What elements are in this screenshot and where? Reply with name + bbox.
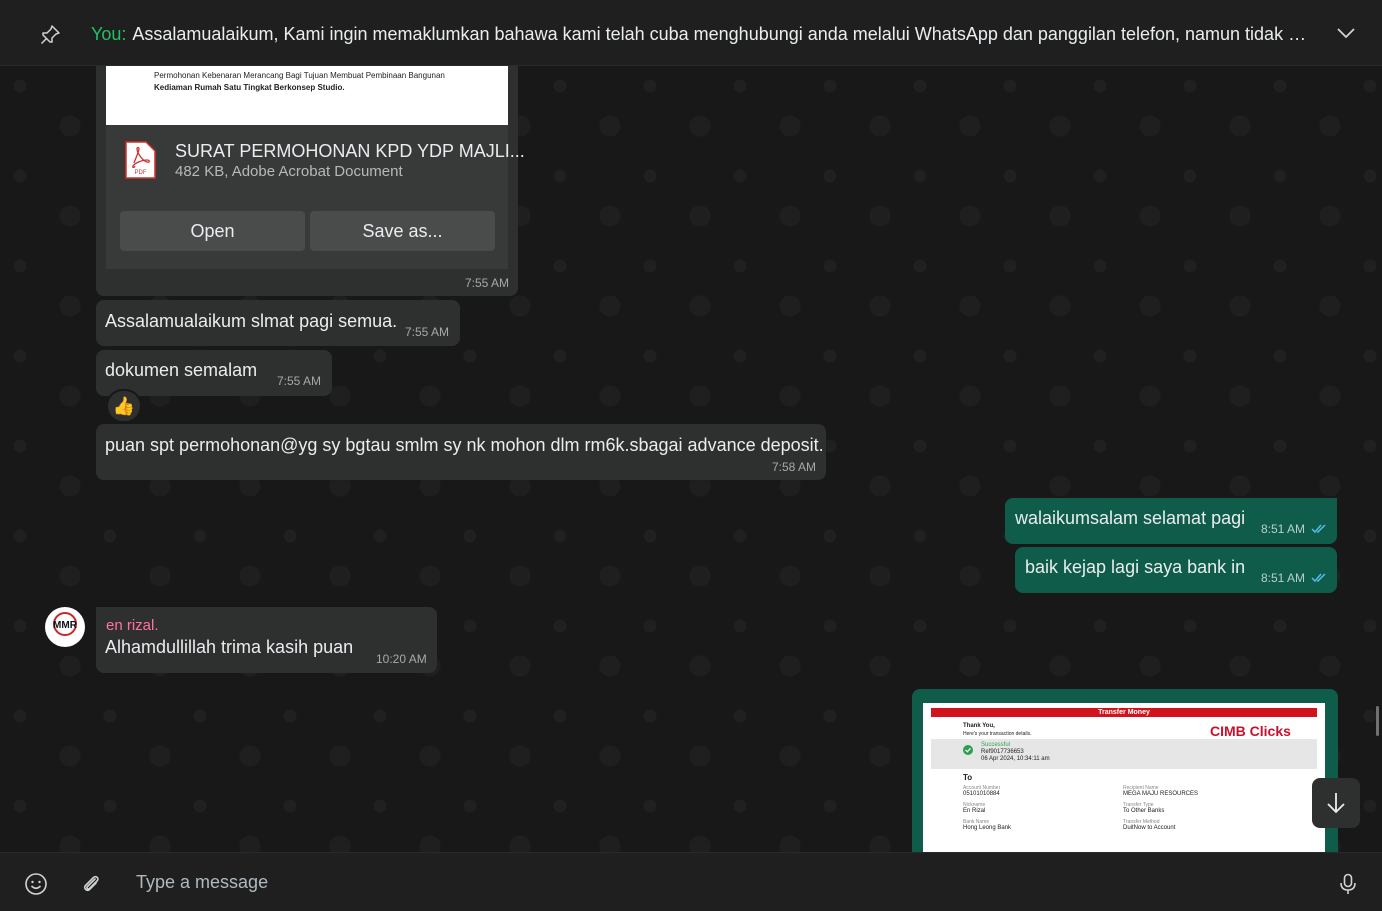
message-text: puan spt permohonan@yg sy bgtau smlm sy …: [105, 435, 824, 455]
pinned-sender-label: You:: [91, 24, 127, 44]
receipt-image[interactable]: Transfer Money Thank You, Here's your tr…: [923, 703, 1325, 852]
sender-name[interactable]: en rizal.: [106, 617, 159, 634]
document-preview-line: Permohonan Kebenaran Merancang Bagi Tuju…: [154, 71, 445, 80]
receipt-field-value: MEGA MAJU RESOURCES: [1123, 791, 1199, 797]
message-time-status: 8:51 AM: [1261, 522, 1327, 536]
outgoing-message[interactable]: baik kejap lagi saya bank in 8:51 AM: [1015, 547, 1337, 593]
message-time: 8:51 AM: [1261, 522, 1306, 536]
message-time: 7:55 AM: [277, 374, 322, 388]
outgoing-message[interactable]: walaikumsalam selamat pagi 8:51 AM: [1005, 498, 1337, 544]
chat-area[interactable]: Permohonan Kebenaran Merancang Bagi Tuju…: [0, 66, 1382, 852]
message-time-status: 8:51 AM: [1261, 571, 1327, 585]
save-as-button[interactable]: Save as...: [310, 211, 495, 251]
arrow-down-icon: [1327, 793, 1345, 814]
reaction-thumbs-up[interactable]: 👍: [106, 389, 142, 423]
receipt-field-value: DuitNow to Account: [1123, 825, 1176, 831]
message-text: Assalamualaikum slmat pagi semua.: [105, 311, 398, 331]
message-time: 7:55 AM: [405, 325, 450, 339]
pinned-message-bar[interactable]: You: Assalamualaikum, Kami ingin memaklum…: [0, 0, 1382, 66]
incoming-message[interactable]: puan spt permohonan@yg sy bgtau smlm sy …: [96, 424, 826, 480]
document-preview[interactable]: Permohonan Kebenaran Merancang Bagi Tuju…: [106, 66, 508, 125]
receipt-date: 06 Apr 2024, 10:34:11 am: [981, 756, 1050, 762]
cimb-clicks-logo: CIMB Clicks: [1210, 723, 1291, 739]
message-composer: Type a message: [0, 852, 1382, 911]
pin-icon[interactable]: [38, 23, 62, 47]
message-time: 10:20 AM: [376, 652, 427, 666]
document-message[interactable]: Permohonan Kebenaran Merancang Bagi Tuju…: [96, 66, 525, 296]
paperclip-icon[interactable]: [79, 872, 103, 896]
message-text: dokumen semalam: [105, 360, 258, 380]
avatar-text: MMR: [53, 620, 78, 631]
open-button[interactable]: Open: [120, 211, 305, 251]
image-message[interactable]: Transfer Money Thank You, Here's your tr…: [912, 689, 1338, 852]
document-actions: Open Save as...: [106, 195, 508, 269]
pdf-icon: PDF: [125, 141, 156, 179]
chevron-down-icon[interactable]: [1336, 26, 1356, 40]
check-circle-icon: [963, 745, 973, 755]
incoming-message[interactable]: dokumen semalam 7:55 AM: [96, 350, 332, 396]
document-meta: 482 KB, Adobe Acrobat Document: [175, 163, 403, 180]
receipt-status-band: Successful Ref9017736653 06 Apr 2024, 10…: [931, 739, 1317, 769]
message-text: baik kejap lagi saya bank in: [1025, 557, 1246, 577]
scrollbar[interactable]: [1376, 706, 1379, 736]
incoming-message[interactable]: en rizal. Alhamdullillah trima kasih pua…: [96, 607, 437, 673]
message-time: 8:51 AM: [1261, 571, 1306, 585]
receipt-thank-you: Thank You,: [963, 723, 995, 729]
incoming-message[interactable]: Assalamualaikum slmat pagi semua. 7:55 A…: [96, 300, 460, 346]
receipt-ref: Ref9017736653: [981, 749, 1024, 755]
receipt-field-value: To Other Banks: [1123, 808, 1165, 814]
message-text: Alhamdullillah trima kasih puan: [105, 637, 354, 657]
receipt-header: Transfer Money: [931, 708, 1317, 717]
pinned-message-text[interactable]: You: Assalamualaikum, Kami ingin memaklum…: [91, 24, 1321, 45]
document-name: SURAT PERMOHONAN KPD YDP MAJLI...: [175, 141, 525, 161]
message-text: walaikumsalam selamat pagi: [1015, 508, 1246, 528]
receipt-field-value: Hong Leong Bank: [963, 825, 1012, 831]
receipt-subtitle: Here's your transaction details.: [963, 731, 1032, 737]
scroll-to-bottom-button[interactable]: [1312, 778, 1360, 828]
pdf-icon-label: PDF: [135, 170, 147, 176]
double-check-icon: [1311, 573, 1326, 583]
message-time: 7:58 AM: [772, 460, 817, 474]
avatar[interactable]: MMR: [45, 607, 85, 647]
pinned-message-body: Assalamualaikum, Kami ingin memaklumkan …: [132, 24, 1321, 44]
mmr-logo: MMR: [46, 608, 84, 646]
microphone-icon[interactable]: [1336, 872, 1360, 896]
emoji-icon[interactable]: [24, 872, 48, 896]
document-info[interactable]: PDF SURAT PERMOHONAN KPD YDP MAJLI... 48…: [106, 125, 525, 195]
receipt-field-value: 05101010884: [963, 791, 1000, 797]
document-preview-line: Kediaman Rumah Satu Tingkat Berkonsep St…: [154, 83, 345, 92]
double-check-icon: [1311, 524, 1326, 534]
message-time: 7:55 AM: [465, 276, 510, 290]
receipt-field-value: En Rizal: [963, 808, 986, 814]
receipt-status: Successful: [981, 742, 1011, 748]
message-input[interactable]: Type a message: [136, 872, 268, 893]
receipt-to-label: To: [963, 773, 973, 782]
